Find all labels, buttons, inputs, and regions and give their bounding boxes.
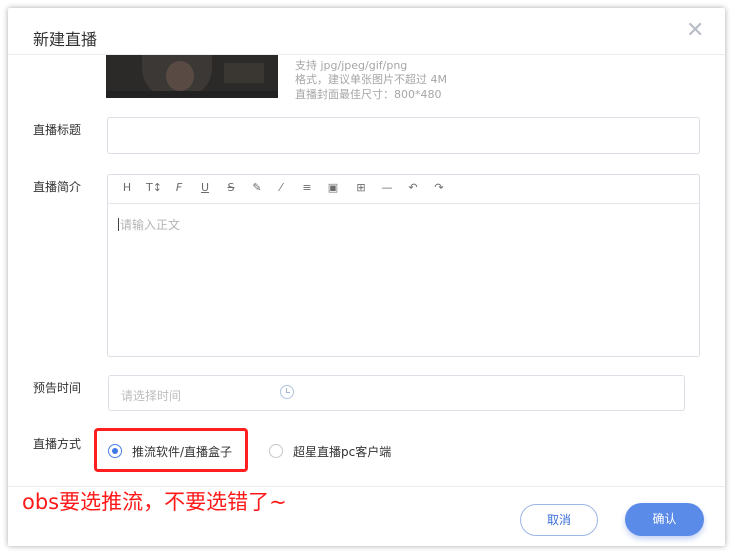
mode-radio-pc-client[interactable] (269, 444, 283, 458)
heading-icon[interactable]: H (120, 181, 134, 195)
time-placeholder: 请选择时间 (121, 389, 182, 403)
cover-image-thumbnail[interactable] (106, 55, 278, 98)
annotation-highlight-box (94, 428, 248, 472)
editor-content[interactable]: 请输入正文 (118, 216, 180, 233)
editor-placeholder: 请输入正文 (120, 218, 181, 232)
dialog-title: 新建直播 (33, 30, 98, 49)
font-size-icon[interactable]: T↕ (146, 181, 162, 195)
undo-icon[interactable]: ↶ (406, 181, 420, 195)
create-live-dialog: 新建直播 ✕ 支持 jpg/jpeg/gif/png 格式，建议单张图片不超过 … (8, 8, 725, 546)
schedule-time-picker[interactable]: 请选择时间 (108, 375, 685, 411)
time-label: 预告时间 (33, 381, 82, 395)
redo-icon[interactable]: ↷ (432, 181, 446, 195)
mode-label: 直播方式 (33, 437, 82, 451)
clock-icon[interactable] (280, 385, 294, 399)
underline-icon[interactable]: U (198, 181, 212, 195)
close-icon[interactable]: ✕ (686, 20, 704, 42)
text-caret (118, 218, 119, 231)
cover-hint-dimensions: 直播封面最佳尺寸：800*480 (295, 88, 442, 101)
horizontal-rule-icon[interactable]: — (380, 181, 394, 195)
title-label: 直播标题 (33, 123, 82, 137)
intro-rich-editor[interactable]: H T↕ F U S ✎ ⁄ ≡ ▣ ⊞ — ↶ ↷ 请输入正文 (107, 174, 700, 357)
highlight-pen-icon[interactable]: ✎ (250, 181, 264, 195)
intro-label: 直播简介 (33, 180, 82, 194)
image-icon[interactable]: ▣ (326, 181, 340, 195)
strikethrough-icon[interactable]: S (224, 181, 238, 195)
live-title-input[interactable] (107, 117, 700, 154)
editor-toolbar: H T↕ F U S ✎ ⁄ ≡ ▣ ⊞ — ↶ ↷ (108, 175, 699, 204)
cover-hint-size: 格式，建议单张图片不超过 4M (295, 73, 447, 86)
annotation-text: obs要选推流，不要选错了~ (22, 490, 287, 514)
cancel-button[interactable]: 取消 (520, 504, 598, 536)
brush-icon[interactable]: ⁄ (274, 181, 288, 195)
mode-label-pc-client[interactable]: 超星直播pc客户端 (293, 443, 391, 460)
table-icon[interactable]: ⊞ (354, 181, 368, 195)
confirm-button[interactable]: 确认 (625, 503, 704, 536)
align-icon[interactable]: ≡ (300, 181, 314, 195)
font-family-icon[interactable]: F (172, 181, 186, 195)
